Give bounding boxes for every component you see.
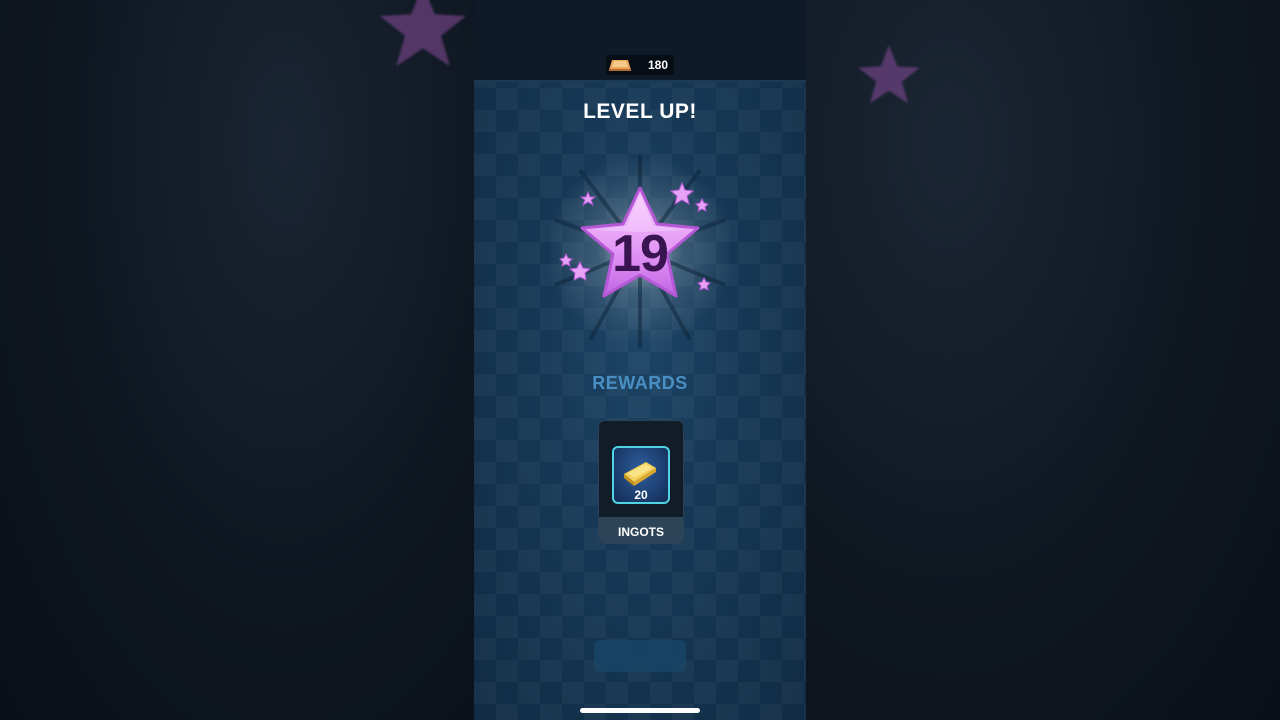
blurred-background-right: [806, 0, 1280, 720]
gold-ingot-icon: [624, 462, 656, 486]
ghost-star-icon: [379, 0, 467, 67]
rewards-heading: REWARDS: [592, 373, 688, 393]
level-number: 19: [612, 225, 669, 283]
ghost-star-icon: [858, 45, 920, 104]
reward-icon-frame: 20: [612, 446, 670, 504]
ingot-icon: [609, 60, 631, 71]
currency-counter[interactable]: 180: [606, 55, 674, 75]
top-bar: 180: [474, 0, 806, 82]
reward-quantity: 20: [634, 488, 648, 502]
screen: 180 LEVEL UP! 19 REWARDS 20 INGOTS: [0, 0, 1280, 720]
reward-name: INGOTS: [617, 525, 664, 539]
continue-button[interactable]: [594, 640, 686, 672]
currency-amount: 180: [647, 58, 668, 72]
page-title: LEVEL UP!: [583, 100, 697, 123]
reward-card-ingots[interactable]: 20 INGOTS: [598, 420, 684, 544]
home-indicator[interactable]: [580, 708, 700, 713]
level-up-screen: 180 LEVEL UP! 19 REWARDS 20 INGOTS: [474, 0, 806, 720]
blurred-background-left: [0, 0, 474, 720]
